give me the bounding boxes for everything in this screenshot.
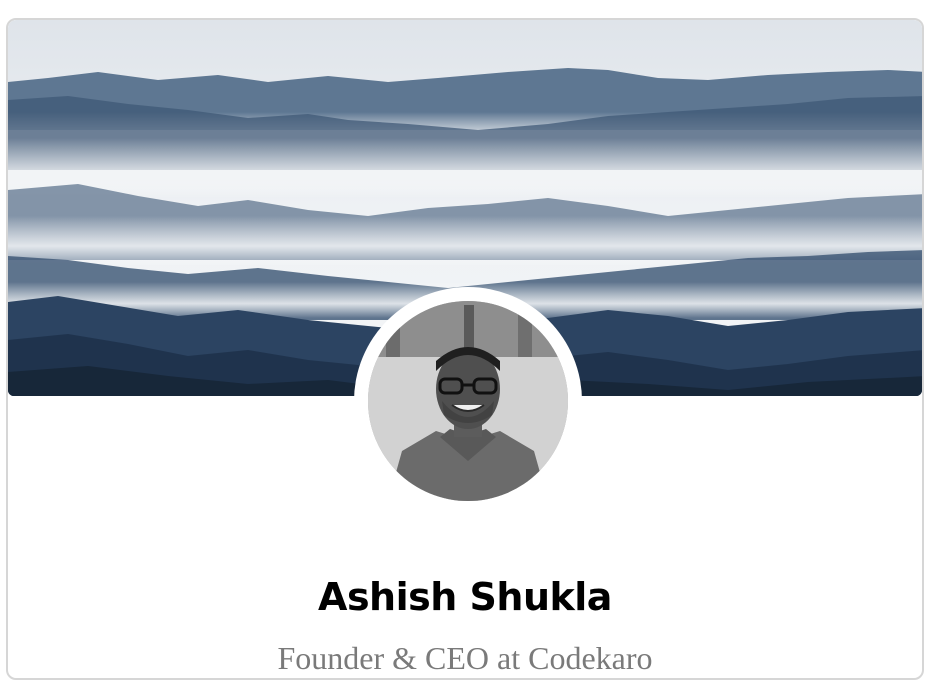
avatar[interactable] — [368, 301, 568, 501]
profile-name: Ashish Shukla — [318, 575, 612, 619]
profile-card: Ashish Shukla Founder & CEO at Codekaro — [6, 18, 924, 680]
profile-subtitle: Founder & CEO at Codekaro — [277, 640, 653, 676]
avatar-frame — [354, 287, 582, 515]
